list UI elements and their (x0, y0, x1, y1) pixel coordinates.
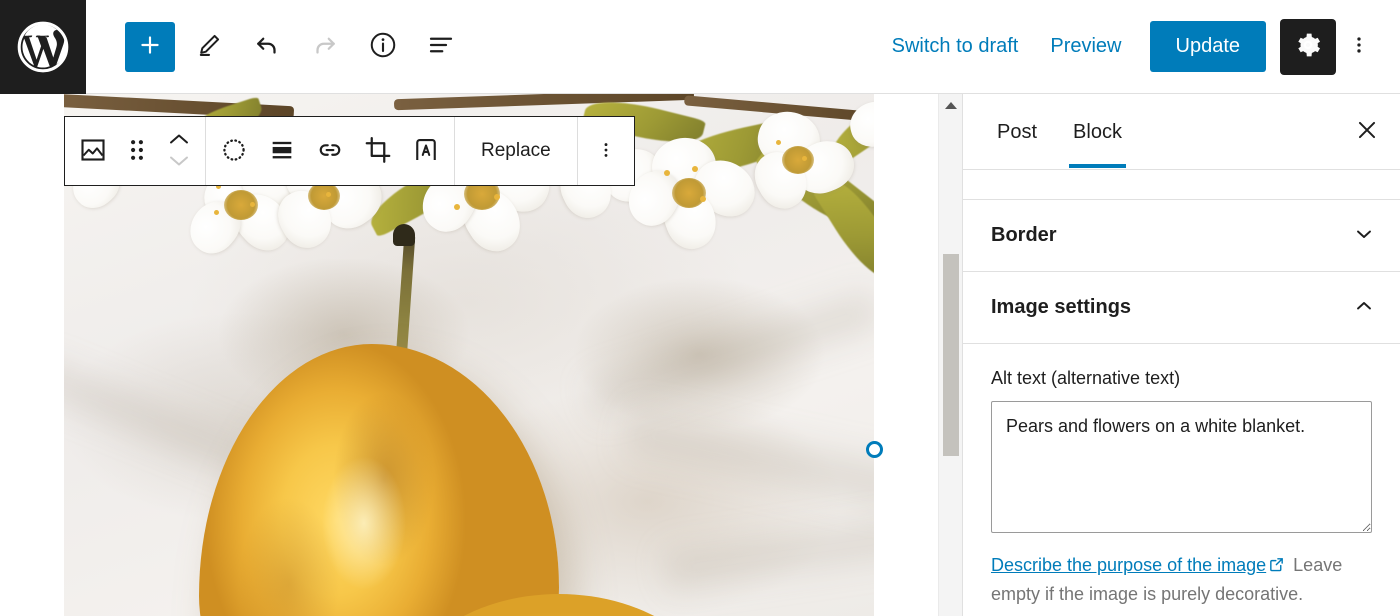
stamen (700, 196, 706, 202)
move-up-button[interactable] (167, 132, 191, 149)
scroll-up-arrow-icon[interactable] (944, 102, 957, 109)
dotted-circle-icon (220, 136, 248, 167)
image-settings-body: Alt text (alternative text) Describe the… (963, 344, 1400, 608)
describe-purpose-link[interactable]: Describe the purpose of the image (991, 555, 1266, 575)
panel-image-settings-title: Image settings (991, 296, 1132, 318)
transform-block-button[interactable] (210, 117, 258, 185)
block-toolbar: Replace (64, 116, 635, 186)
alt-text-label: Alt text (alternative text) (991, 368, 1181, 388)
redo-arrow-icon (310, 30, 340, 63)
flower-center (308, 182, 340, 210)
wordpress-logo-button[interactable] (0, 0, 86, 94)
tab-post[interactable]: Post (979, 95, 1055, 168)
image-resize-handle[interactable] (866, 441, 883, 458)
editor-canvas: Replace (0, 94, 962, 616)
external-link-icon (1268, 557, 1285, 577)
stamen (250, 202, 255, 207)
block-type-button[interactable] (69, 117, 117, 185)
chevron-up-icon (1352, 294, 1376, 321)
image-block-icon (78, 135, 108, 168)
sidebar-tabs: Post Block (963, 94, 1400, 170)
drag-handle-button[interactable] (117, 117, 157, 185)
add-block-button[interactable] (125, 21, 175, 72)
sidebar-partial-panel (963, 170, 1400, 200)
redo-button[interactable] (301, 23, 349, 71)
pear-stem-tip (393, 224, 415, 246)
align-button[interactable] (258, 117, 306, 185)
vertical-dots-icon (1348, 32, 1370, 61)
pencil-icon (195, 31, 223, 62)
stamen (454, 204, 460, 210)
stamen (326, 192, 331, 197)
crop-button[interactable] (354, 117, 402, 185)
insert-link-button[interactable] (306, 117, 354, 185)
stamen (692, 166, 698, 172)
panel-border-title: Border (991, 224, 1057, 246)
tools-edit-button[interactable] (185, 23, 233, 71)
list-view-icon (426, 30, 456, 63)
close-icon (1354, 117, 1380, 146)
info-circle-icon (368, 30, 398, 63)
scrollbar-thumb[interactable] (943, 254, 959, 456)
alt-text-help: Describe the purpose of the image Leave … (991, 552, 1372, 608)
update-button[interactable]: Update (1149, 21, 1266, 72)
block-toolbar-group-block (65, 117, 206, 185)
wordpress-block-editor: Switch to draft Preview Update Replace P… (0, 0, 1400, 616)
vertical-dots-icon (596, 137, 616, 166)
chevron-down-icon (1352, 222, 1376, 249)
stamen (214, 210, 219, 215)
block-toolbar-group-more (578, 117, 634, 185)
preview-button[interactable]: Preview (1034, 25, 1137, 68)
gear-icon (1294, 31, 1322, 62)
tab-block[interactable]: Block (1055, 95, 1140, 168)
flower-center (672, 178, 706, 208)
undo-arrow-icon (252, 30, 282, 63)
settings-button[interactable] (1280, 18, 1336, 75)
align-center-icon (268, 136, 296, 167)
settings-sidebar: Post Block Border Image settings Alt tex… (962, 94, 1400, 616)
stamen (664, 170, 670, 176)
switch-to-draft-button[interactable]: Switch to draft (876, 25, 1035, 68)
panel-image-settings[interactable]: Image settings (963, 272, 1400, 344)
crop-icon (363, 135, 393, 168)
text-in-box-icon (411, 135, 441, 168)
undo-button[interactable] (243, 23, 291, 71)
alt-text-input[interactable] (991, 401, 1372, 533)
header-right-tools: Switch to draft Preview Update (876, 18, 1400, 75)
block-mover (157, 117, 201, 185)
block-toolbar-group-replace: Replace (455, 117, 578, 185)
panel-border[interactable]: Border (963, 200, 1400, 272)
close-sidebar-button[interactable] (1344, 109, 1390, 155)
block-toolbar-group-format (206, 117, 455, 185)
header-left-tools (86, 21, 465, 72)
canvas-scrollbar[interactable] (938, 94, 962, 616)
more-options-button[interactable] (1336, 19, 1382, 75)
link-icon (315, 135, 345, 168)
stamen (494, 194, 500, 200)
editor-header: Switch to draft Preview Update (0, 0, 1400, 94)
chevron-down-icon (167, 156, 191, 171)
move-down-button[interactable] (167, 154, 191, 171)
wordpress-logo-icon (15, 19, 71, 75)
list-view-button[interactable] (417, 23, 465, 71)
stamen (776, 140, 781, 145)
replace-button[interactable]: Replace (459, 117, 573, 185)
chevron-up-icon (167, 134, 191, 149)
text-over-image-button[interactable] (402, 117, 450, 185)
details-button[interactable] (359, 23, 407, 71)
drag-dots-icon (129, 137, 145, 166)
flower-center (782, 146, 814, 174)
plus-icon (137, 32, 163, 61)
block-more-options-button[interactable] (582, 117, 630, 185)
stamen (802, 156, 807, 161)
